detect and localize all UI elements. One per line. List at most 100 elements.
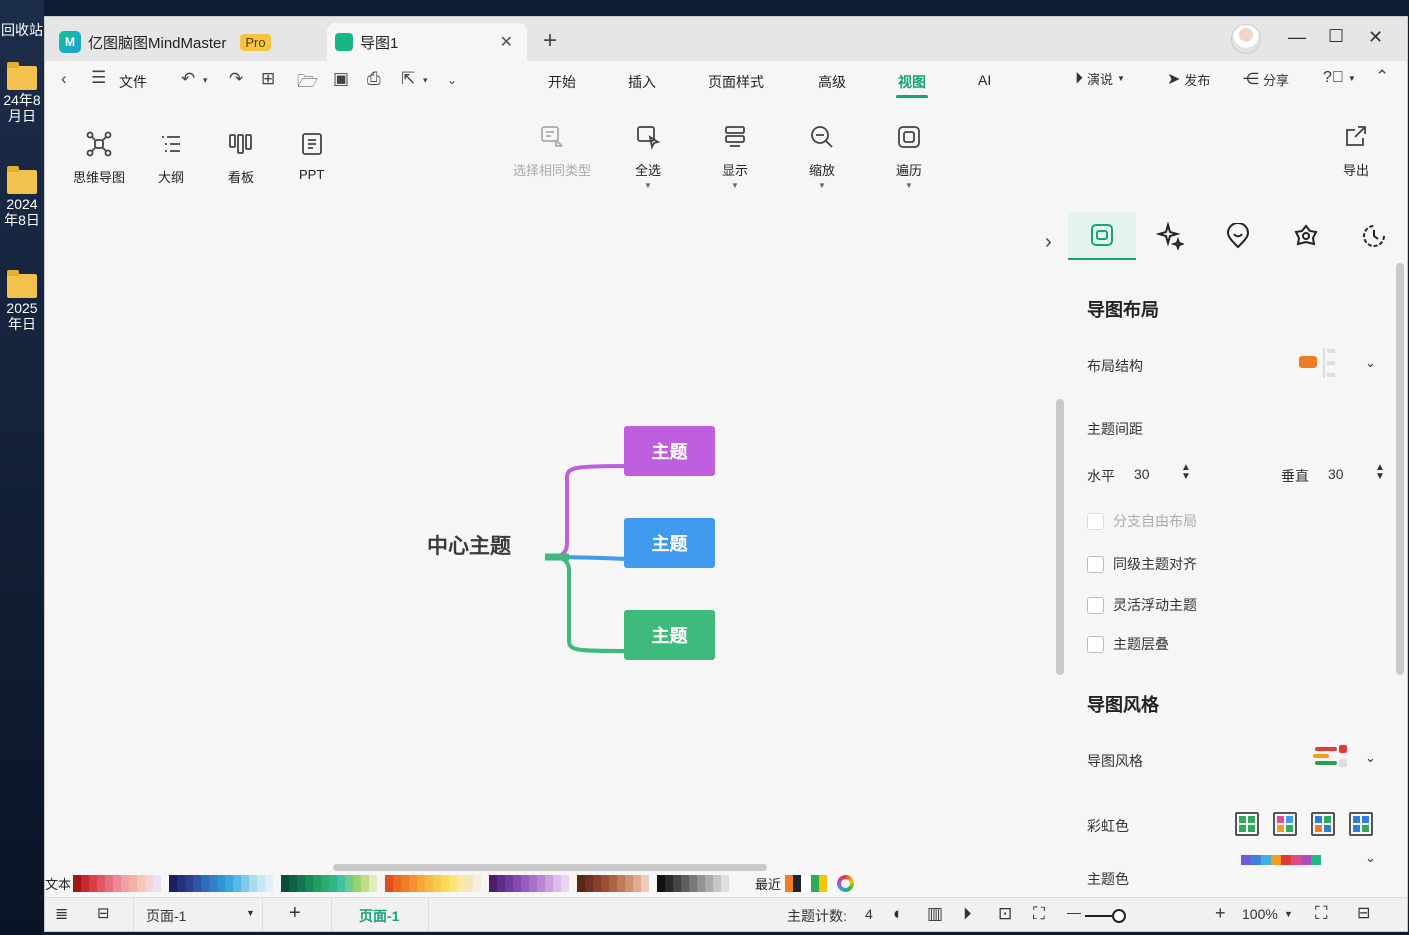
palette-greens[interactable] <box>281 874 378 892</box>
traverse-button[interactable]: 遍历 ▼ <box>896 122 922 190</box>
save-icon[interactable]: ▣ <box>333 69 349 89</box>
close-window-button[interactable]: ✕ <box>1368 27 1383 48</box>
back-icon[interactable]: ‹ <box>61 69 67 89</box>
ai-style-tab[interactable] <box>1136 212 1204 260</box>
central-topic[interactable]: 中心主题 <box>427 530 511 560</box>
ppt-view-button[interactable]: PPT <box>299 129 324 182</box>
zoom-in-button[interactable]: + <box>1215 903 1226 924</box>
page-list-icon[interactable]: ≣ <box>55 904 68 924</box>
rainbow-option-4[interactable] <box>1349 812 1373 836</box>
mindmap-canvas[interactable] <box>45 199 1045 869</box>
page-tab[interactable]: 页面-1 <box>331 898 429 931</box>
zoom-slider-handle[interactable] <box>1112 909 1126 923</box>
collapse-panel-icon[interactable]: › <box>1045 231 1052 254</box>
palette-reds[interactable] <box>73 874 162 892</box>
palette-purples[interactable] <box>489 874 570 892</box>
avatar[interactable] <box>1231 24 1261 54</box>
horizontal-spacing-input[interactable]: 30 <box>1134 466 1150 482</box>
app-tab[interactable]: M 亿图脑图MindMaster Pro <box>59 23 325 61</box>
chevron-down-icon[interactable]: ⌄ <box>1365 355 1376 371</box>
kanban-view-button[interactable]: 看板 <box>228 129 254 186</box>
layout-structure-preview[interactable] <box>1299 347 1345 379</box>
map-style-preview[interactable] <box>1313 743 1349 773</box>
horizontal-scrollbar[interactable] <box>333 864 767 871</box>
history-tab[interactable] <box>1340 212 1407 260</box>
maximize-button[interactable]: ☐ <box>1328 26 1344 47</box>
tab-ai[interactable]: AI <box>978 72 991 88</box>
tab-document[interactable]: 导图1 ✕ <box>327 23 527 61</box>
redo-icon[interactable]: ↷ <box>229 69 243 89</box>
present-button[interactable]: ⏵ 演说 ▼ <box>1075 69 1125 88</box>
fullscreen-icon[interactable]: ⛶ <box>1315 903 1328 924</box>
page-select[interactable]: 页面-1 ▼ <box>133 898 263 931</box>
open-folder-icon[interactable]: 🗁 <box>297 69 318 98</box>
desktop-folder[interactable]: 2024年8日 <box>0 166 44 228</box>
horizontal-stepper[interactable]: ▲ ▼ <box>1181 463 1191 482</box>
palette-blues[interactable] <box>169 874 274 892</box>
page-view-icon[interactable]: ⊟ <box>97 904 110 922</box>
desktop-folder[interactable]: 24年8月日 <box>0 62 44 124</box>
vertical-spacing-input[interactable]: 30 <box>1328 466 1344 482</box>
rainbow-option-3[interactable] <box>1311 812 1335 836</box>
zoom-value[interactable]: 100% <box>1242 906 1278 922</box>
menu-lines-icon[interactable]: ☰ <box>91 68 106 88</box>
rainbow-option-1[interactable] <box>1235 812 1259 836</box>
zoom-button[interactable]: 缩放 ▼ <box>809 122 835 190</box>
help-button[interactable]: ?⃝ ▼ <box>1323 69 1356 87</box>
floating-topic-checkbox[interactable]: 灵活浮动主题 <box>1087 595 1197 615</box>
layout-tab[interactable] <box>1068 212 1136 260</box>
close-tab-icon[interactable]: ✕ <box>500 32 513 52</box>
play-circle-icon[interactable]: ⏵ <box>963 904 972 924</box>
desktop-folder[interactable]: 2025年日 <box>0 270 44 332</box>
publish-button[interactable]: ➤ 发布 <box>1167 69 1210 89</box>
tab-view[interactable]: 视图 <box>896 72 928 98</box>
color-wheel-icon[interactable] <box>837 874 855 892</box>
display-button[interactable]: 显示 ▼ <box>722 122 748 190</box>
export-share-icon[interactable]: ⇱ <box>401 69 415 89</box>
file-menu[interactable]: 文件 <box>119 72 147 92</box>
vertical-stepper[interactable]: ▲ ▼ <box>1375 463 1385 482</box>
collapse-ribbon-icon[interactable]: ⌃ <box>1375 67 1389 87</box>
new-tab-button[interactable]: + <box>543 27 557 55</box>
book-icon[interactable]: ▥ <box>927 904 943 924</box>
minimize-button[interactable]: — <box>1288 27 1306 48</box>
palette-browns[interactable] <box>577 874 650 892</box>
theme-toggle-icon[interactable]: ◐ <box>893 904 903 924</box>
chevron-down-icon[interactable]: ⌄ <box>1365 850 1376 866</box>
panel-vertical-scrollbar[interactable] <box>1396 263 1404 675</box>
select-all-button[interactable]: 全选 ▼ <box>635 122 661 190</box>
desktop-recycle-bin[interactable]: 回收站 <box>0 22 44 38</box>
palette-oranges[interactable] <box>385 874 482 892</box>
topic-overlap-checkbox[interactable]: 主题层叠 <box>1087 634 1169 654</box>
select-same-type-button[interactable]: 选择相同类型 <box>513 122 591 179</box>
icon-tab[interactable] <box>1204 212 1272 260</box>
topic-node[interactable]: 主题 <box>624 518 715 568</box>
share-button[interactable]: ⋲ 分享 <box>1243 69 1289 89</box>
recent-colors[interactable] <box>785 874 828 892</box>
undo-dropdown-icon[interactable]: ▾ <box>203 75 208 86</box>
chevron-down-icon[interactable]: ▼ <box>1284 909 1293 919</box>
export-dropdown-icon[interactable]: ▾ <box>423 75 428 86</box>
tab-start[interactable]: 开始 <box>548 72 576 92</box>
tab-advanced[interactable]: 高级 <box>818 72 846 92</box>
palette-grays[interactable] <box>657 874 730 892</box>
outline-view-button[interactable]: 大纲 <box>158 129 184 186</box>
topic-node[interactable]: 主题 <box>624 426 715 476</box>
fit-width-icon[interactable]: ⛶ <box>1033 904 1045 924</box>
topic-node[interactable]: 主题 <box>624 610 715 660</box>
theme-tab[interactable] <box>1272 212 1340 260</box>
fit-page-icon[interactable]: ⊡ <box>998 904 1012 924</box>
new-file-icon[interactable]: ⊞ <box>261 69 275 89</box>
theme-color-strip[interactable] <box>1241 855 1321 865</box>
tab-page-style[interactable]: 页面样式 <box>708 72 764 92</box>
undo-icon[interactable]: ↶ <box>181 69 195 89</box>
free-branch-layout-checkbox[interactable]: 分支自由布局 <box>1087 511 1197 531</box>
panel-toggle-icon[interactable]: ⊟ <box>1357 903 1370 923</box>
rainbow-option-2[interactable] <box>1273 812 1297 836</box>
print-icon[interactable]: ⎙ <box>367 69 381 89</box>
chevron-down-icon[interactable]: ⌄ <box>1365 750 1376 766</box>
mindmap-view-button[interactable]: 思维导图 <box>73 129 125 186</box>
zoom-out-button[interactable]: — <box>1067 904 1081 920</box>
more-tools-icon[interactable]: ⌄ <box>447 73 457 87</box>
add-page-button[interactable]: + <box>289 902 301 925</box>
